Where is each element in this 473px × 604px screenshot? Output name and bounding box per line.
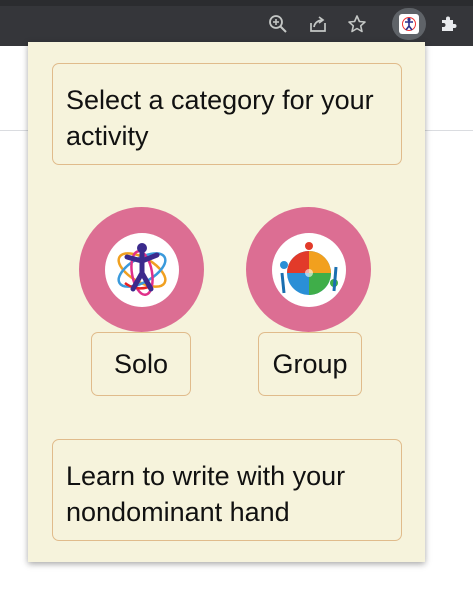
group-button[interactable]: Group [258, 332, 362, 396]
share-icon[interactable] [304, 10, 332, 38]
extension-popup: Select a category for your activity Solo… [28, 42, 425, 562]
solo-button[interactable]: Solo [91, 332, 191, 396]
extension-logo [399, 14, 419, 34]
extension-active-icon[interactable] [392, 8, 426, 40]
extensions-puzzle-icon[interactable] [434, 10, 462, 38]
bookmark-star-icon[interactable] [343, 10, 371, 38]
browser-toolbar [0, 0, 473, 46]
solo-category-image[interactable] [79, 207, 204, 332]
popup-heading: Select a category for your activity [52, 63, 402, 165]
activity-suggestion: Learn to write with your nondominant han… [52, 439, 402, 541]
zoom-icon[interactable] [264, 10, 292, 38]
tab-strip-edge [0, 0, 473, 6]
group-puzzle-icon [271, 232, 346, 307]
solo-dancer-icon [104, 232, 179, 307]
group-category-image[interactable] [246, 207, 371, 332]
